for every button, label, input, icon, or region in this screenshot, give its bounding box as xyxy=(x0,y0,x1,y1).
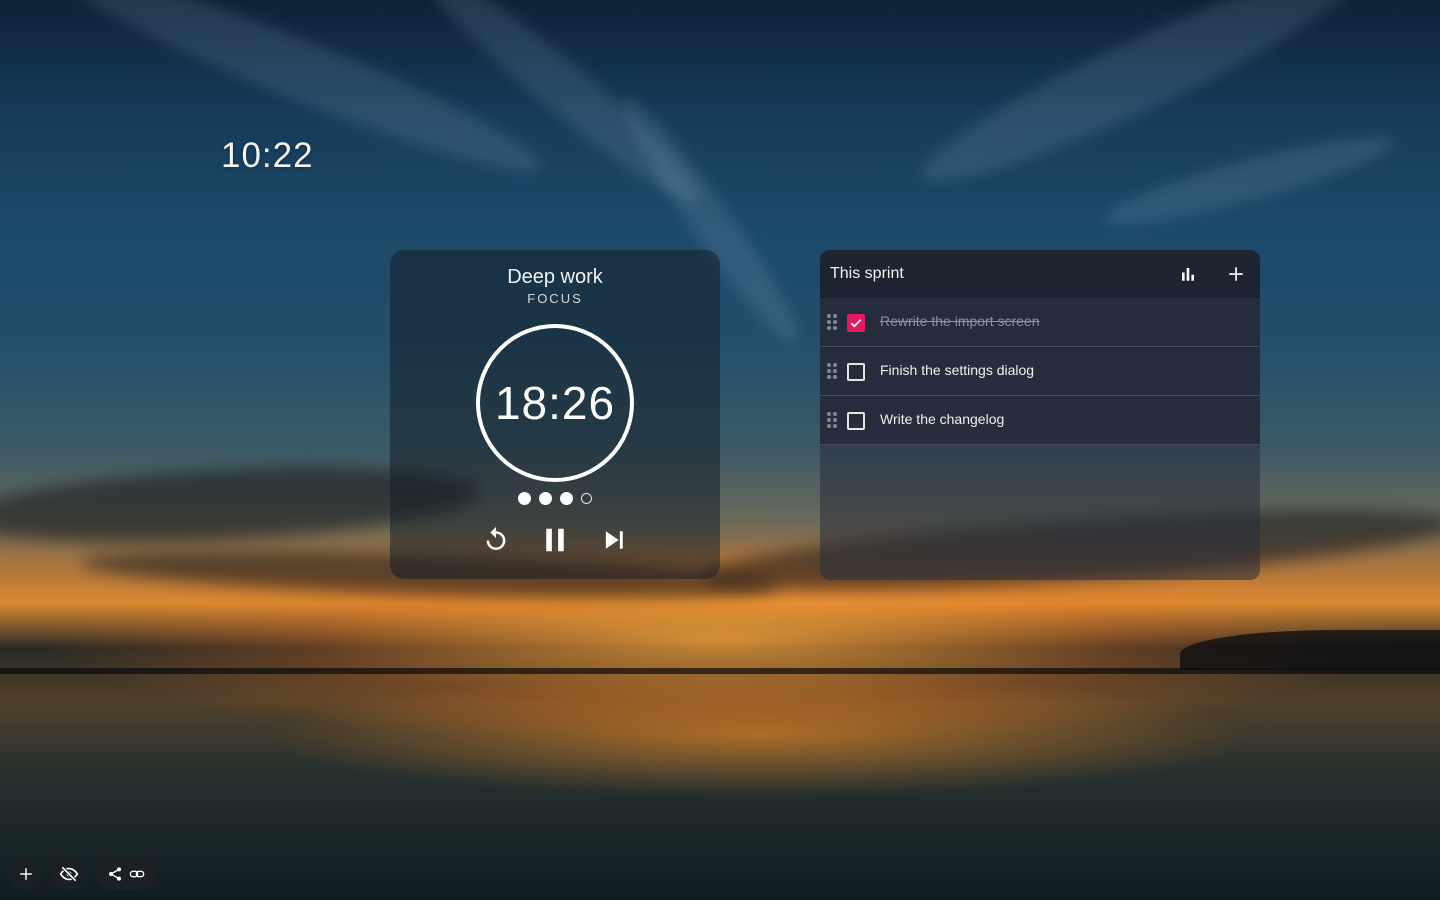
hide-widgets-button[interactable] xyxy=(52,858,86,890)
reset-button[interactable] xyxy=(478,522,514,558)
timer-remaining: 18:26 xyxy=(494,377,616,429)
session-dot-complete xyxy=(539,492,552,505)
skip-button[interactable] xyxy=(596,522,632,558)
drag-handle-icon[interactable] xyxy=(827,412,837,428)
timer-mode: FOCUS xyxy=(527,291,583,306)
task-list-header: This sprint xyxy=(820,250,1260,298)
task-list-panel: This sprint Rewrite the import screen Fi… xyxy=(820,250,1260,580)
hide-eye-icon xyxy=(59,866,79,882)
stats-button[interactable] xyxy=(1176,262,1200,286)
share-icon xyxy=(109,867,121,881)
add-widget-button[interactable] xyxy=(10,858,42,890)
plus-icon xyxy=(1229,267,1243,281)
task-row[interactable]: Finish the settings dialog xyxy=(820,347,1260,396)
checkmark-icon xyxy=(850,319,862,328)
pomodoro-timer-panel: Deep work FOCUS 18:26 xyxy=(390,250,720,579)
share-button[interactable] xyxy=(96,858,156,890)
skip-next-icon xyxy=(605,531,623,549)
task-checkbox-checked[interactable] xyxy=(847,314,865,332)
add-task-button[interactable] xyxy=(1224,262,1248,286)
clock-time: 10:22 xyxy=(221,136,314,175)
task-checkbox[interactable] xyxy=(847,412,865,430)
plus-icon xyxy=(20,868,32,880)
session-progress-dots xyxy=(390,492,720,505)
session-dot-pending xyxy=(581,493,592,504)
task-label: Write the changelog xyxy=(880,411,1005,427)
task-checkbox[interactable] xyxy=(847,363,865,381)
timer-title: Deep work xyxy=(507,266,603,288)
pause-button[interactable] xyxy=(537,522,573,558)
task-label: Rewrite the import screen xyxy=(880,313,1040,329)
session-dot-complete xyxy=(560,492,573,505)
drag-handle-icon[interactable] xyxy=(827,314,837,330)
reset-icon xyxy=(486,526,506,550)
pause-icon xyxy=(546,528,564,552)
task-row[interactable]: Write the changelog xyxy=(820,396,1260,445)
session-dot-complete xyxy=(518,492,531,505)
task-label: Finish the settings dialog xyxy=(880,362,1035,378)
task-row[interactable]: Rewrite the import screen xyxy=(820,298,1260,347)
bar-chart-icon xyxy=(1182,268,1194,281)
task-list-title: This sprint xyxy=(830,265,904,282)
timer-controls xyxy=(390,522,720,558)
drag-handle-icon[interactable] xyxy=(827,363,837,379)
link-icon xyxy=(129,870,145,878)
